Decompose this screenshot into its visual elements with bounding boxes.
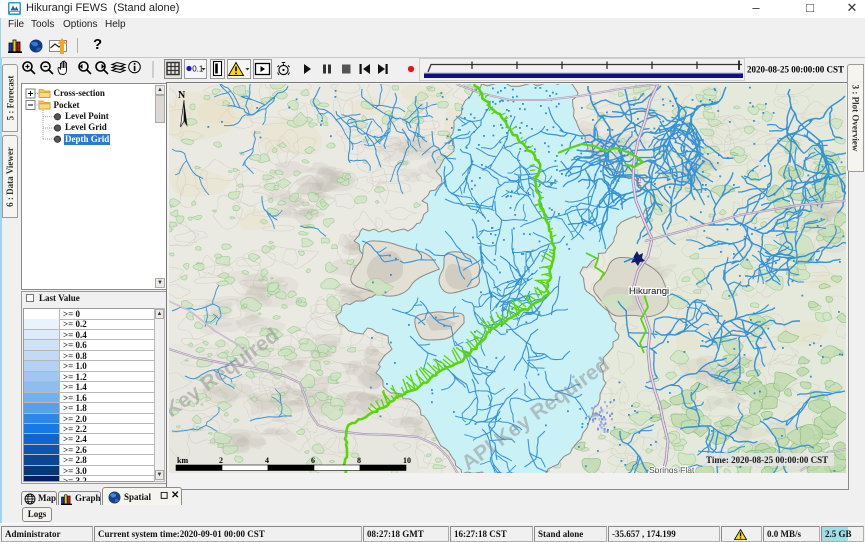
svg-text:km: km — [177, 456, 188, 465]
svg-text:Time: 2020-08-25 00:00:00 CST: Time: 2020-08-25 00:00:00 CST — [706, 455, 828, 465]
svg-text:8: 8 — [357, 456, 361, 465]
svg-text:SH 1: SH 1 — [634, 177, 642, 193]
svg-text:Springs Flat: Springs Flat — [649, 465, 695, 473]
svg-text:Hikurangi: Hikurangi — [629, 286, 669, 297]
svg-text:10: 10 — [403, 456, 411, 465]
svg-text:4: 4 — [265, 456, 269, 465]
svg-text:2020-08-25 00:00:00 CST: 2020-08-25 00:00:00 CST — [747, 65, 844, 75]
svg-text:N: N — [178, 90, 186, 101]
svg-text:0.1: 0.1 — [192, 65, 204, 74]
svg-text:6: 6 — [311, 456, 315, 465]
svg-text:2: 2 — [219, 456, 223, 465]
